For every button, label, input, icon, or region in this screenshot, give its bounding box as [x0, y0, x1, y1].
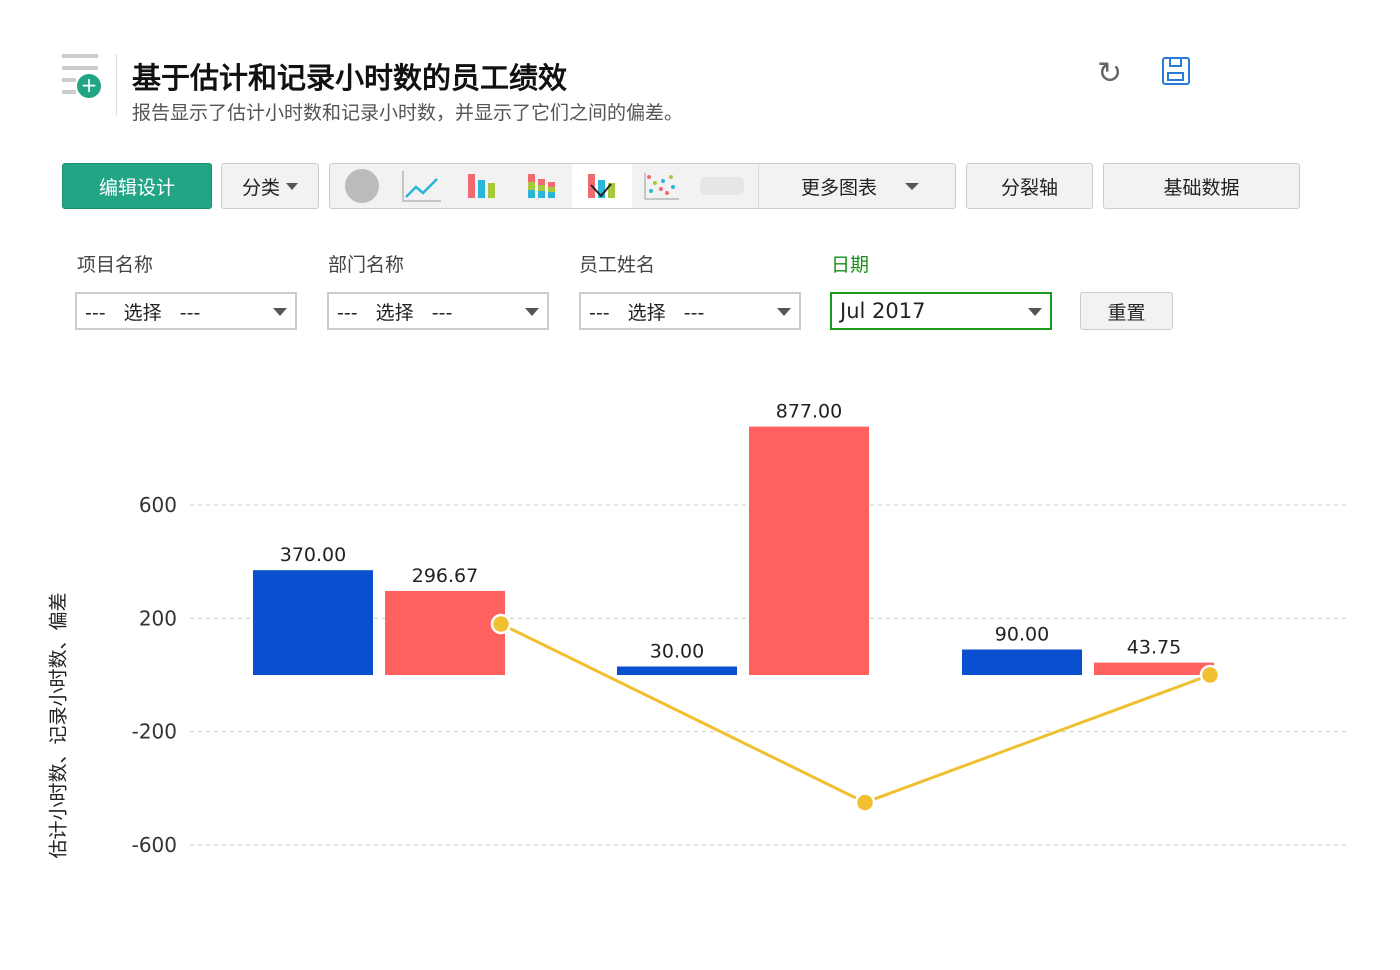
chevron-down-icon [286, 182, 298, 190]
chevron-down-icon [777, 308, 791, 316]
bar-line-combo-icon[interactable] [572, 164, 632, 208]
data-label: 30.00 [650, 641, 704, 663]
bar-estimated [617, 666, 737, 675]
divider [116, 54, 117, 116]
chart: 600 200 -200 -600 370.00 30.00 90.00 296.67 877.… [132, 401, 1350, 857]
data-label: 877.00 [776, 401, 842, 423]
bar-estimated [253, 570, 373, 675]
bar-logged [1094, 662, 1214, 675]
refresh-icon[interactable]: ↻ [1097, 56, 1122, 91]
data-label: 43.75 [1127, 637, 1181, 659]
filter-label-employee: 员工姓名 [579, 254, 656, 276]
category-dropdown[interactable]: 分类 [221, 163, 319, 209]
variance-point [854, 792, 876, 813]
employee-select[interactable]: --- 选择 --- [579, 292, 801, 330]
data-label: 296.67 [412, 565, 478, 587]
employee-select-value: --- 选择 --- [589, 301, 705, 324]
stacked-bar-icon[interactable] [512, 164, 572, 208]
pie-chart-icon[interactable] [332, 164, 392, 208]
variance-point [1199, 664, 1221, 686]
split-axis-button[interactable]: 分裂轴 [966, 163, 1093, 209]
department-select-value: --- 选择 --- [337, 301, 453, 324]
filter-label-project: 项目名称 [77, 254, 154, 276]
project-select[interactable]: --- 选择 --- [75, 292, 297, 330]
chevron-down-icon [905, 182, 920, 190]
y-tick-label: -200 [132, 720, 177, 744]
chart-type-bar: 更多图表 [329, 163, 956, 209]
data-label: 90.00 [995, 624, 1049, 646]
report-icon: + [62, 52, 102, 100]
page-subtitle: 报告显示了估计小时数和记录小时数，并显示了它们之间的偏差。 [132, 102, 684, 124]
more-charts-label: 更多图表 [801, 176, 878, 199]
chevron-down-icon [1028, 308, 1042, 316]
date-select[interactable]: Jul 2017 [830, 292, 1052, 330]
project-select-value: --- 选择 --- [85, 301, 201, 324]
y-tick-label: 600 [139, 493, 177, 517]
category-label: 分类 [241, 176, 280, 199]
bar-logged [385, 590, 505, 675]
data-label: 370.00 [280, 544, 346, 566]
page-title: 基于估计和记录小时数的员工绩效 [132, 61, 568, 95]
y-tick-label: 200 [139, 606, 177, 630]
reset-button[interactable]: 重置 [1080, 292, 1173, 330]
line-chart-icon[interactable] [392, 164, 452, 208]
variance-point [490, 613, 512, 635]
date-select-value: Jul 2017 [840, 299, 926, 323]
bar-logged [749, 426, 869, 675]
chevron-down-icon [525, 308, 539, 316]
scatter-chart-icon[interactable] [632, 164, 692, 208]
filter-label-department: 部门名称 [328, 254, 405, 276]
bar-estimated [962, 649, 1082, 675]
department-select[interactable]: --- 选择 --- [327, 292, 549, 330]
save-icon[interactable] [1162, 57, 1190, 85]
y-tick-label: -600 [132, 833, 177, 857]
bar-chart-icon[interactable] [452, 164, 512, 208]
more-charts-dropdown[interactable]: 更多图表 [801, 173, 920, 200]
chevron-down-icon [273, 308, 287, 316]
edit-design-button[interactable]: 编辑设计 [62, 163, 212, 209]
filter-label-date: 日期 [831, 254, 870, 276]
map-chart-icon[interactable] [692, 164, 752, 208]
base-data-button[interactable]: 基础数据 [1103, 163, 1300, 209]
